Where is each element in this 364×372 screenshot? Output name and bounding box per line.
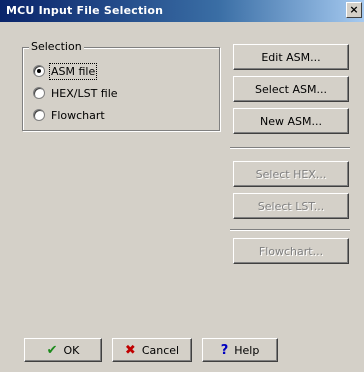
- x-icon: ✖: [124, 342, 136, 358]
- close-button[interactable]: ×: [346, 2, 362, 18]
- checkmark-icon: ✔: [46, 342, 58, 358]
- select-lst-label: Select LST...: [257, 199, 325, 213]
- cancel-button[interactable]: ✖ Cancel: [112, 338, 192, 362]
- ok-label: OK: [63, 343, 80, 357]
- radio-asm-file[interactable]: ASM file: [33, 62, 98, 80]
- edit-asm-label: Edit ASM...: [261, 50, 321, 64]
- radio-asm-file-label[interactable]: ASM file: [48, 62, 98, 80]
- radio-hex-lst-file[interactable]: HEX/LST file: [33, 85, 118, 101]
- separator-1: [230, 147, 350, 149]
- radio-hex-lst-file-label[interactable]: HEX/LST file: [51, 87, 118, 100]
- select-lst-button[interactable]: Select LST...: [233, 193, 349, 219]
- radio-flowchart-indicator[interactable]: [33, 109, 45, 121]
- radio-flowchart[interactable]: Flowchart: [33, 107, 105, 123]
- question-mark-icon: ?: [220, 342, 229, 358]
- flowchart-button[interactable]: Flowchart...: [233, 238, 349, 264]
- edit-asm-button[interactable]: Edit ASM...: [233, 44, 349, 70]
- selection-group: Selection ASM file HEX/LST file Flowchar…: [22, 40, 220, 131]
- select-hex-button[interactable]: Select HEX...: [233, 161, 349, 187]
- separator-2: [230, 229, 350, 231]
- title-bar: MCU Input File Selection ×: [0, 0, 364, 22]
- ok-button[interactable]: ✔ OK: [24, 338, 102, 362]
- flowchart-label: Flowchart...: [258, 244, 324, 258]
- new-asm-label: New ASM...: [260, 114, 322, 128]
- radio-flowchart-label[interactable]: Flowchart: [51, 109, 105, 122]
- new-asm-button[interactable]: New ASM...: [233, 108, 349, 134]
- window-title: MCU Input File Selection: [6, 4, 164, 17]
- radio-asm-file-indicator[interactable]: [33, 65, 45, 77]
- selection-legend: Selection: [29, 40, 84, 53]
- select-hex-label: Select HEX...: [255, 167, 327, 181]
- help-button[interactable]: ? Help: [202, 338, 278, 362]
- radio-hex-lst-file-indicator[interactable]: [33, 87, 45, 99]
- select-asm-label: Select ASM...: [255, 82, 327, 96]
- close-icon: ×: [349, 3, 359, 16]
- help-label: Help: [234, 343, 260, 357]
- cancel-label: Cancel: [141, 343, 180, 357]
- select-asm-button[interactable]: Select ASM...: [233, 76, 349, 102]
